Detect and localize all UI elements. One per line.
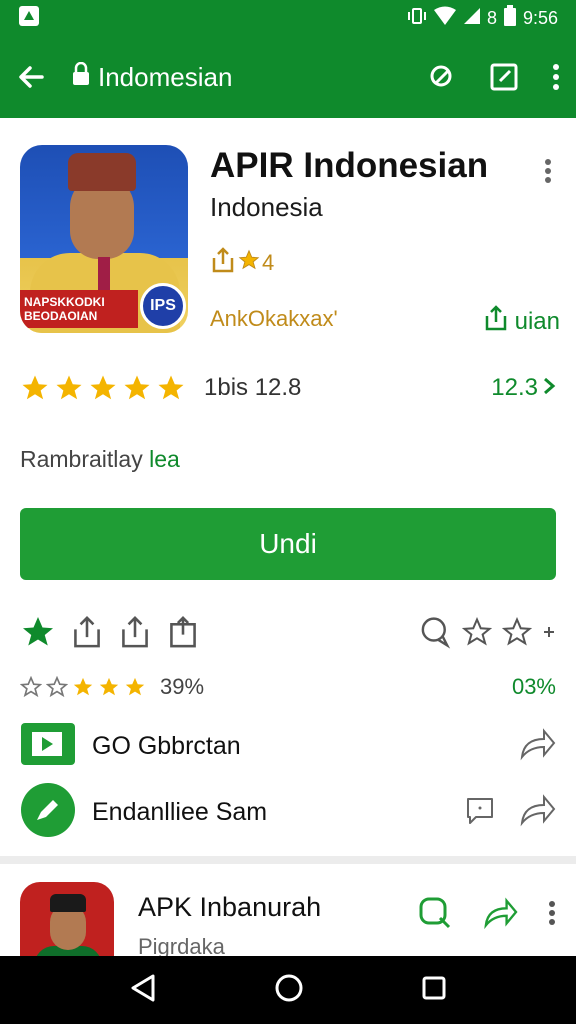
list-item[interactable]: GO Gbbrctan bbox=[20, 718, 556, 774]
wifi-icon bbox=[433, 6, 457, 31]
app-name: APIR Indonesian bbox=[210, 146, 489, 185]
action-icon-row bbox=[20, 612, 556, 656]
star-grey-icon bbox=[46, 676, 68, 698]
section-divider bbox=[0, 856, 576, 864]
star-icon bbox=[124, 375, 150, 400]
page-title-container: Indomesian bbox=[72, 61, 233, 93]
back-arrow-icon[interactable] bbox=[16, 62, 46, 92]
lock-icon bbox=[72, 61, 90, 93]
app-subtitle: Indonesia bbox=[210, 192, 323, 222]
star-icon bbox=[56, 375, 82, 400]
app-icon-banner: NAPSKKODKI BEODAOIAN bbox=[20, 290, 138, 328]
plus-icon[interactable] bbox=[542, 625, 556, 644]
mini-rating-row: 39% 03% bbox=[20, 672, 556, 702]
comment-icon[interactable] bbox=[418, 615, 452, 654]
app-icon-badge: IPS bbox=[140, 283, 186, 329]
carrier-glyph: 8 bbox=[486, 7, 497, 28]
related-app-thumbnail bbox=[20, 882, 114, 966]
rating-text: 1bis 12.8 bbox=[204, 374, 302, 401]
app-more-icon[interactable] bbox=[544, 158, 552, 189]
status-bar: 8 9:56 bbox=[0, 0, 576, 36]
signal-icon bbox=[463, 7, 481, 30]
star-filled-icon[interactable] bbox=[20, 614, 56, 655]
category-line: Rambraitlay lea bbox=[20, 446, 180, 473]
category-accent[interactable]: lea bbox=[149, 446, 180, 472]
related-app-card[interactable]: APK Inbanurah Pigrdaka bbox=[0, 872, 576, 966]
star-icon bbox=[158, 375, 184, 400]
status-time: 9:56 bbox=[522, 7, 558, 28]
recents-square-icon[interactable] bbox=[421, 975, 447, 1006]
app-icon[interactable]: NAPSKKODKI BEODAOIAN IPS bbox=[20, 145, 188, 333]
main-action-button[interactable]: Undi bbox=[20, 508, 556, 580]
star-grey-icon bbox=[20, 676, 42, 698]
star-icon bbox=[22, 375, 48, 400]
share-arrow-icon[interactable] bbox=[518, 793, 556, 832]
battery-icon bbox=[503, 4, 517, 32]
star-icon bbox=[125, 677, 145, 696]
search-icon[interactable] bbox=[428, 63, 456, 91]
meta-value: 4 bbox=[262, 250, 275, 275]
page-title: Indomesian bbox=[98, 61, 233, 92]
edit-circle-icon bbox=[20, 782, 76, 843]
share-icon[interactable] bbox=[210, 246, 236, 280]
app-meta: 4 bbox=[210, 246, 274, 280]
video-play-icon bbox=[20, 722, 76, 771]
share-icon[interactable] bbox=[70, 614, 104, 655]
rating-row: 1bis 12.8 12.3 bbox=[20, 368, 556, 408]
rating-right[interactable]: 12.3 bbox=[491, 374, 556, 402]
install-icon bbox=[483, 304, 509, 339]
related-app-title: APK Inbanurah bbox=[138, 892, 322, 922]
system-nav-bar bbox=[0, 956, 576, 1024]
star-outline-icon[interactable] bbox=[501, 616, 533, 652]
more-vert-icon[interactable] bbox=[548, 900, 556, 931]
star-icon bbox=[90, 375, 116, 400]
rating-right-value: 12.3 bbox=[491, 374, 538, 401]
search-icon[interactable] bbox=[418, 896, 452, 935]
home-circle-icon[interactable] bbox=[274, 973, 304, 1008]
star-icon bbox=[99, 677, 119, 696]
app-header: NAPSKKODKI BEODAOIAN IPS APIR Indonesian… bbox=[20, 140, 560, 340]
upload-icon[interactable] bbox=[118, 614, 152, 655]
category-text: Rambraitlay bbox=[20, 446, 143, 472]
edit-icon[interactable] bbox=[490, 63, 518, 91]
percent-right: 03% bbox=[511, 674, 556, 699]
export-icon[interactable] bbox=[166, 614, 200, 655]
install-link[interactable]: uian bbox=[483, 304, 560, 339]
list-item-label: Endanlliee Sam bbox=[92, 797, 268, 826]
install-label: uian bbox=[514, 307, 560, 335]
developer-name: AnkOkakxax' bbox=[210, 306, 338, 331]
list-item[interactable]: Endanlliee Sam bbox=[20, 782, 556, 843]
chat-icon[interactable] bbox=[464, 795, 496, 830]
more-vert-icon[interactable] bbox=[552, 63, 560, 91]
back-triangle-icon[interactable] bbox=[129, 973, 157, 1008]
forward-arrow-icon[interactable] bbox=[518, 727, 556, 766]
star-outline-icon bbox=[238, 249, 260, 277]
percent-left: 39% bbox=[160, 674, 205, 699]
share-arrow-icon[interactable] bbox=[482, 897, 518, 934]
app-bar: Indomesian bbox=[0, 36, 576, 118]
list-item-label: GO Gbbrctan bbox=[92, 731, 241, 760]
chevron-right-icon bbox=[542, 374, 556, 402]
mini-stars bbox=[20, 676, 146, 698]
rating-stars bbox=[20, 373, 186, 403]
star-icon bbox=[73, 677, 93, 696]
vibrate-icon bbox=[407, 6, 427, 31]
app-notification-icon bbox=[18, 5, 40, 32]
star-outline-icon[interactable] bbox=[461, 616, 493, 652]
